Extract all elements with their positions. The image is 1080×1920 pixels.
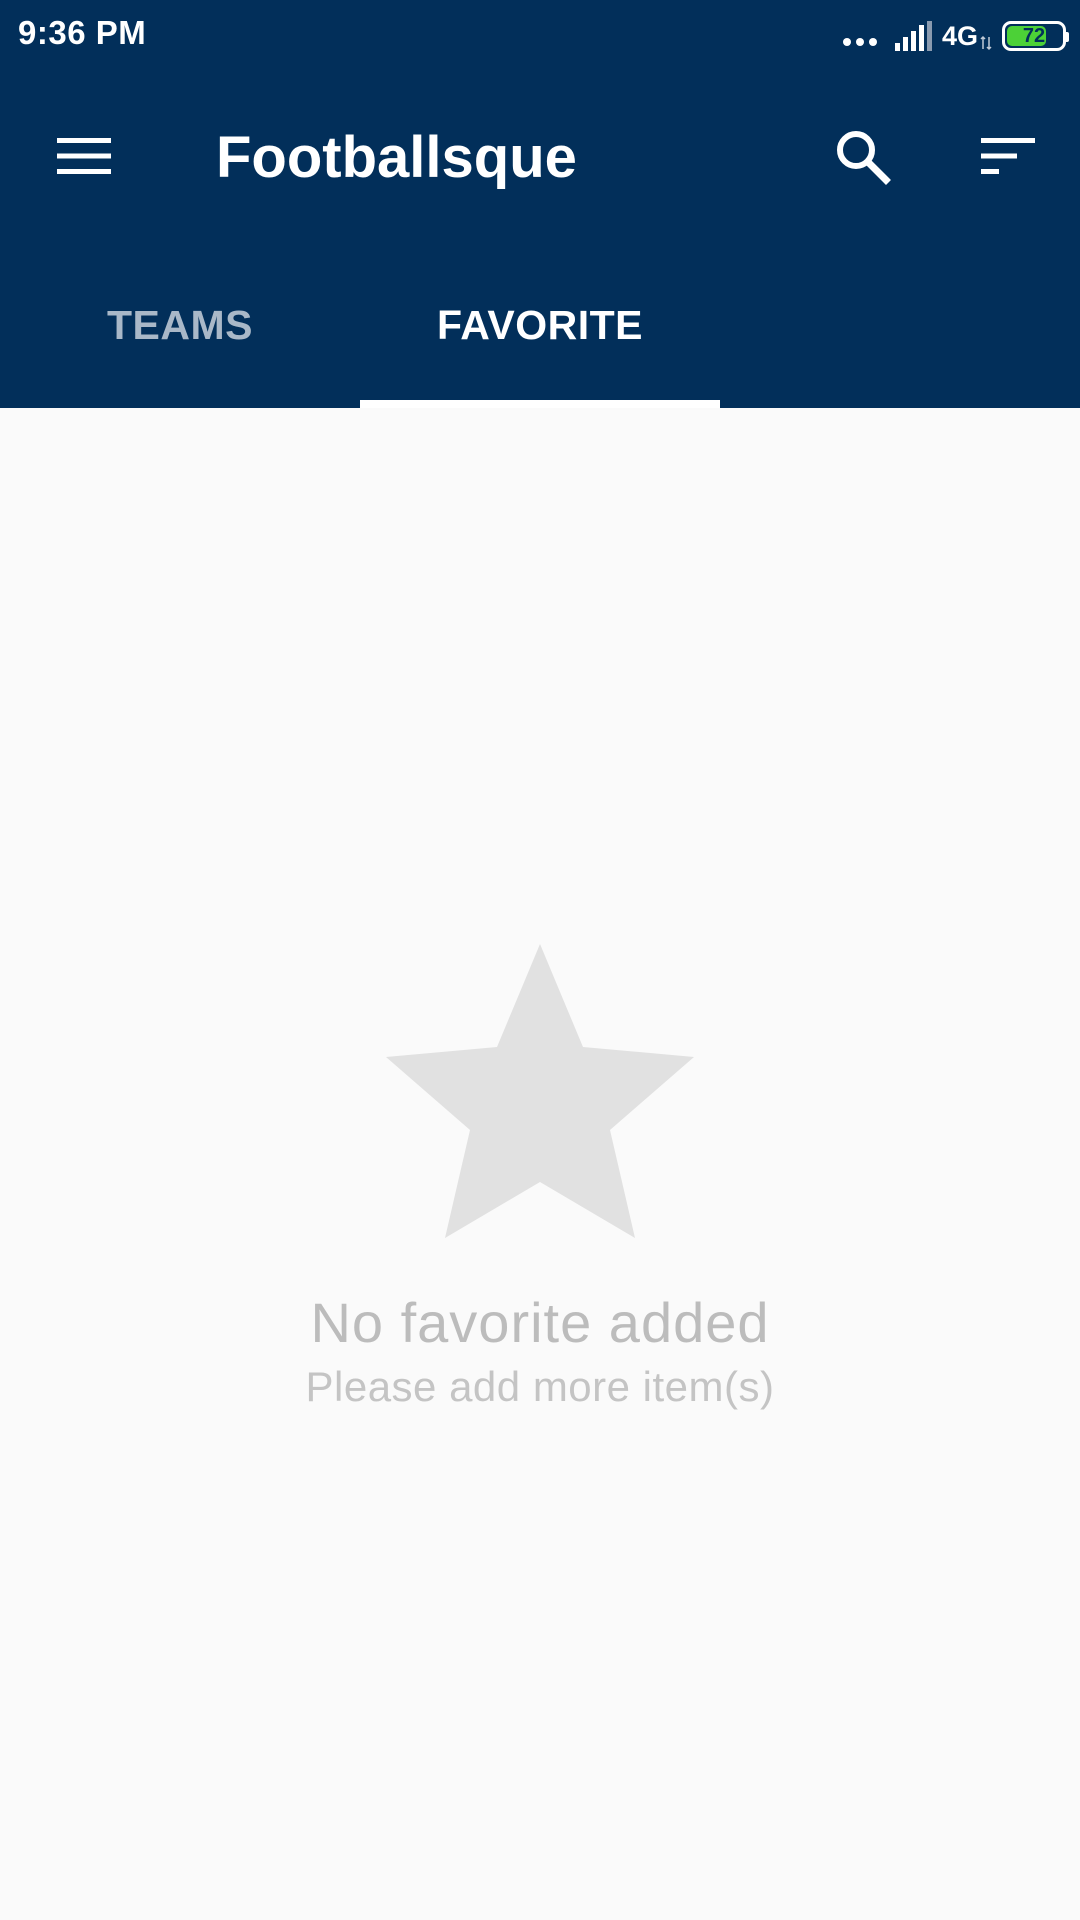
tab-favorite-label: FAVORITE <box>437 302 643 348</box>
star-icon <box>386 944 694 1238</box>
tab-favorite[interactable]: FAVORITE <box>360 268 720 408</box>
search-icon <box>837 131 891 185</box>
battery-icon: 72 <box>1002 21 1069 51</box>
app-header: 9:36 PM 4G 72 Footballsque TEAMS FAVORIT… <box>0 0 1080 408</box>
menu-button[interactable] <box>34 112 134 200</box>
signal-strength-icon <box>894 21 932 51</box>
hamburger-menu-icon <box>57 138 111 174</box>
app-title: Footballsque <box>216 125 577 190</box>
status-bar: 9:36 PM 4G 72 <box>0 0 1080 72</box>
status-indicators: 4G 72 <box>842 18 1069 54</box>
tab-selected-indicator <box>360 400 720 408</box>
sort-icon <box>981 138 1035 174</box>
tab-teams[interactable]: TEAMS <box>0 268 360 408</box>
search-button[interactable] <box>812 112 912 200</box>
status-time: 9:36 PM <box>18 14 147 51</box>
network-type-label: 4G <box>941 20 978 51</box>
sort-button[interactable] <box>958 112 1058 200</box>
battery-level-label: 72 <box>1022 25 1046 47</box>
empty-state-subtitle: Please add more item(s) <box>305 1363 775 1410</box>
tab-teams-label: TEAMS <box>107 302 253 348</box>
empty-state-title: No favorite added <box>310 1291 770 1354</box>
data-activity-icon <box>980 35 992 51</box>
more-notifications-icon <box>842 38 882 46</box>
